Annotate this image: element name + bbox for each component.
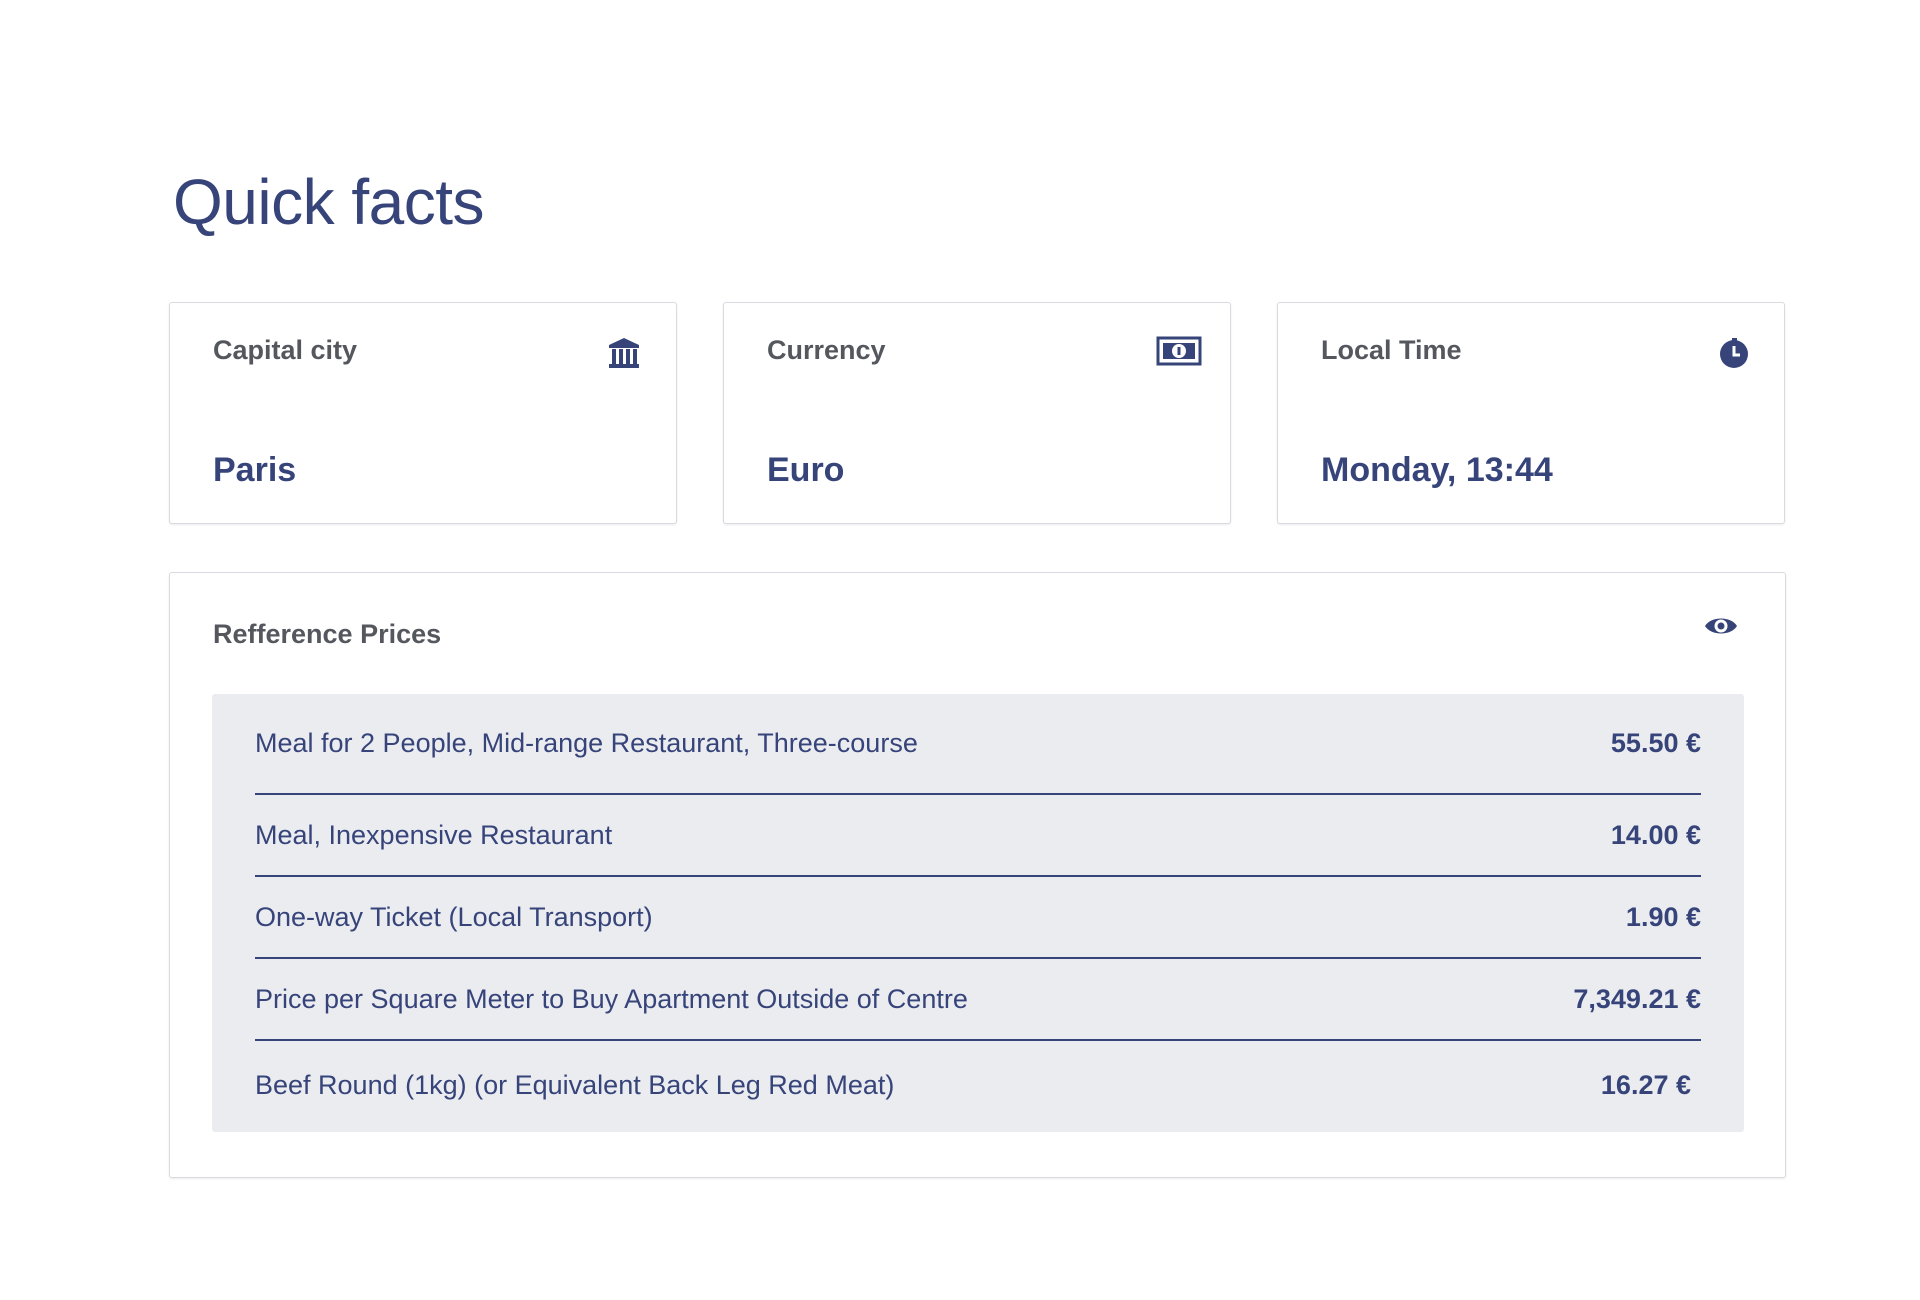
price-item-value: 14.00 € xyxy=(1610,819,1701,850)
price-item-name: Meal, Inexpensive Restaurant xyxy=(255,819,613,850)
price-row: Meal for 2 People, Mid-range Restaurant,… xyxy=(255,694,1701,795)
museum-icon xyxy=(604,335,644,371)
page-title: Quick facts xyxy=(173,166,485,238)
price-item-name: Meal for 2 People, Mid-range Restaurant,… xyxy=(255,728,918,758)
price-item-value: 7,349.21 € xyxy=(1573,983,1701,1014)
eye-icon[interactable] xyxy=(1703,613,1739,639)
currency-label: Currency xyxy=(767,335,886,365)
price-row: One-way Ticket (Local Transport) 1.90 € xyxy=(255,877,1701,959)
reference-prices-table: Meal for 2 People, Mid-range Restaurant,… xyxy=(212,694,1744,1132)
price-row: Meal, Inexpensive Restaurant 14.00 € xyxy=(255,795,1701,877)
price-item-name: One-way Ticket (Local Transport) xyxy=(255,901,653,932)
currency-value: Euro xyxy=(767,451,845,489)
local-time-value: Monday, 13:44 xyxy=(1321,451,1553,489)
capital-city-label: Capital city xyxy=(213,335,358,365)
reference-prices-panel: Refference Prices Meal for 2 People, Mid… xyxy=(169,572,1786,1178)
price-row: Price per Square Meter to Buy Apartment … xyxy=(255,959,1701,1041)
clock-icon xyxy=(1712,335,1752,371)
capital-city-value: Paris xyxy=(213,451,297,489)
price-item-name: Price per Square Meter to Buy Apartment … xyxy=(255,983,968,1014)
price-item-value: 55.50 € xyxy=(1610,728,1701,758)
price-item-value: 1.90 € xyxy=(1625,901,1701,932)
price-item-name: Beef Round (1kg) (or Equivalent Back Leg… xyxy=(255,1070,895,1100)
reference-prices-title: Refference Prices xyxy=(213,619,442,649)
price-item-value: 16.27 € xyxy=(1600,1070,1691,1100)
local-time-label: Local Time xyxy=(1321,335,1462,365)
capital-city-card: Capital city Paris xyxy=(169,302,677,524)
banknote-icon xyxy=(1156,335,1202,371)
price-row: Beef Round (1kg) (or Equivalent Back Leg… xyxy=(255,1041,1701,1130)
currency-card: Currency Euro xyxy=(723,302,1231,524)
local-time-card: Local Time Monday, 13:44 xyxy=(1277,302,1785,524)
